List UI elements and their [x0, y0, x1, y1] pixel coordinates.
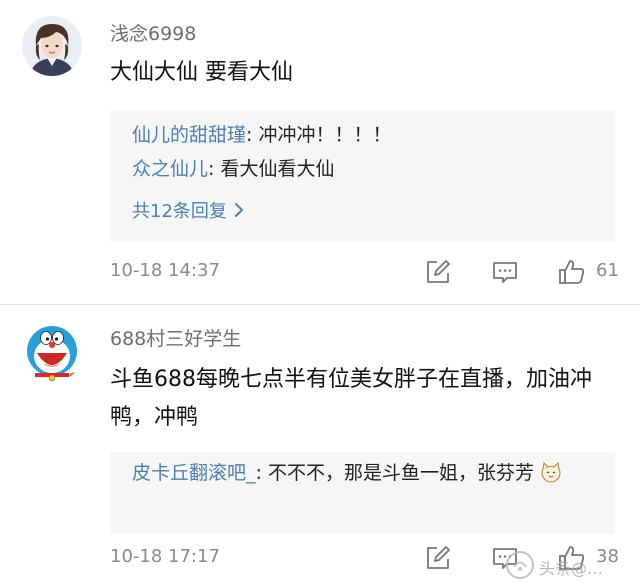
like-button[interactable] — [557, 257, 587, 287]
comment-text: 大仙大仙 要看大仙 — [110, 60, 293, 85]
reply-author[interactable]: 众之仙儿 — [132, 158, 208, 180]
reply-box: 皮卡丘翻滚吧_: 不不不，那是斗鱼一姐，张芬芳 — [110, 452, 615, 534]
more-replies-label: 共12条回复 — [132, 201, 233, 222]
like-count: 61 — [596, 260, 619, 281]
reply-separator: : — [255, 462, 268, 484]
avatar-image — [22, 323, 82, 383]
reply-item: 仙儿的甜甜瑾: 冲冲冲！！！！ — [132, 118, 602, 153]
watermark-logo-icon — [506, 551, 534, 579]
reply-item: 皮卡丘翻滚吧_: 不不不，那是斗鱼一姐，张芬芳 — [132, 456, 602, 495]
comment-item: 688村三好学生 斗鱼688每晚七点半有位美女胖子在直播，加油冲鸭，冲鸭 皮卡丘… — [0, 305, 640, 586]
reply-box: 仙儿的甜甜瑾: 冲冲冲！！！！ 众之仙儿: 看大仙看大仙 共12条回复 — [110, 110, 615, 242]
avatar-image — [22, 16, 82, 76]
timestamp: 10-18 14:37 — [110, 260, 220, 281]
reply-separator: : — [208, 158, 221, 180]
cat-emoji-icon — [540, 460, 562, 495]
comment-footer: 10-18 14:37 61 — [110, 255, 630, 291]
reply-author[interactable]: 皮卡丘翻滚吧_ — [132, 462, 256, 484]
avatar[interactable] — [22, 323, 82, 383]
edit-button[interactable] — [423, 257, 453, 287]
reply-text: 看大仙看大仙 — [220, 158, 335, 180]
comment-icon — [493, 262, 517, 283]
reply-item: 众之仙儿: 看大仙看大仙 — [132, 152, 602, 187]
comment-text: 斗鱼688每晚七点半有位美女胖子在直播，加油冲鸭，冲鸭 — [110, 367, 592, 430]
username[interactable]: 688村三好学生 — [110, 324, 241, 351]
reply-author[interactable]: 仙儿的甜甜瑾 — [132, 124, 246, 146]
watermark-text: 头条@… — [539, 559, 604, 578]
comment-item: 浅念6998 大仙大仙 要看大仙 仙儿的甜甜瑾: 冲冲冲！！！！ 众之仙儿: 看… — [0, 0, 640, 305]
avatar[interactable] — [22, 16, 82, 76]
timestamp: 10-18 17:17 — [110, 546, 220, 567]
edit-icon — [427, 260, 450, 283]
thumbs-up-icon — [559, 260, 585, 284]
watermark: 头条@… — [505, 550, 603, 580]
reply-text: 不不不，那是斗鱼一姐，张芬芳 — [267, 462, 534, 484]
edit-icon — [427, 546, 450, 569]
comment-button[interactable] — [490, 257, 520, 287]
more-replies-link[interactable]: 共12条回复 — [132, 197, 245, 223]
edit-button[interactable] — [423, 543, 453, 573]
reply-separator: : — [246, 124, 259, 146]
chevron-right-icon — [234, 203, 243, 217]
reply-text: 冲冲冲！！！！ — [258, 124, 392, 146]
username[interactable]: 浅念6998 — [110, 19, 196, 46]
